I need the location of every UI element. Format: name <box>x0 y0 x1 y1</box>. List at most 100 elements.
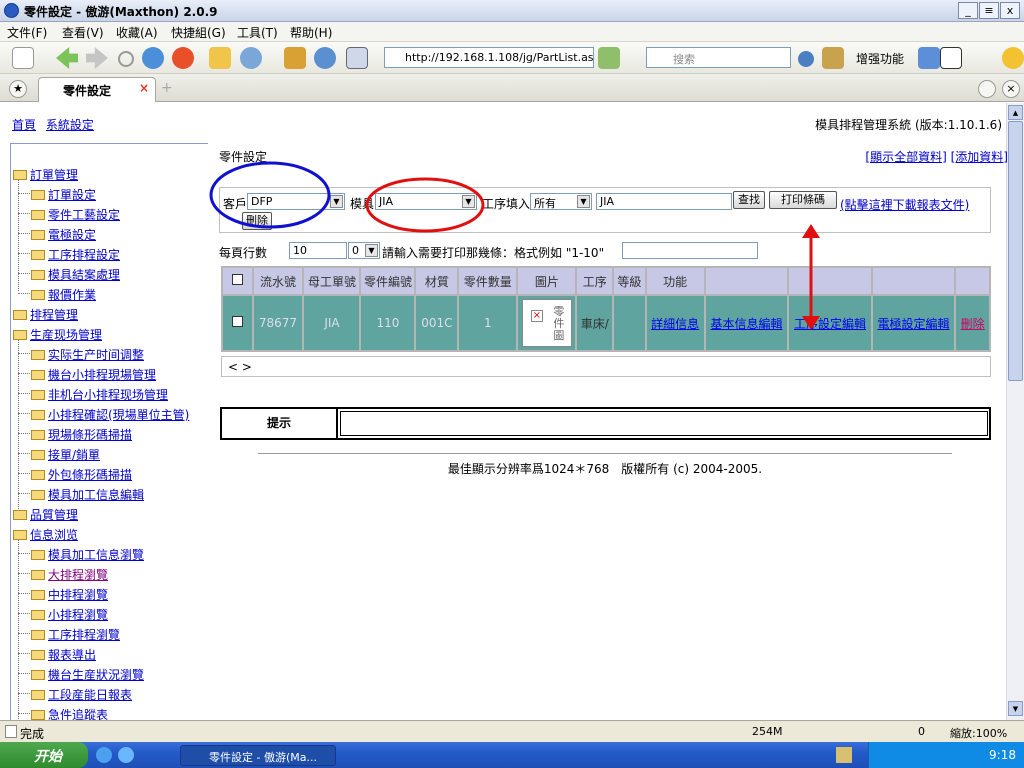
sidebar-item-label[interactable]: 報表導出 <box>48 648 96 662</box>
sidebar-item-label[interactable]: 小排程瀏覽 <box>48 608 108 622</box>
tab-close-icon[interactable]: × <box>139 81 149 95</box>
search-button[interactable]: 查找 <box>733 191 765 209</box>
sidebar-item-label[interactable]: 生産现场管理 <box>30 328 102 342</box>
sidebar-item-label[interactable]: 現場條形碼掃描 <box>48 428 132 442</box>
pager[interactable]: < > <box>221 356 991 377</box>
menu-file[interactable]: 文件(F) <box>7 24 47 41</box>
part-image[interactable]: × 零件圖 <box>521 299 572 347</box>
delete-row-link[interactable]: 刪除 <box>961 317 985 331</box>
keyword-input[interactable]: JIA <box>596 193 732 210</box>
start-button[interactable]: 开始 <box>0 742 88 768</box>
history-clock-icon[interactable] <box>314 47 336 69</box>
sidebar-item-label[interactable]: 模具結案處理 <box>48 268 120 282</box>
sidebar-item[interactable]: 中排程瀏覽 <box>18 586 108 603</box>
ie-icon[interactable] <box>96 747 112 763</box>
back-icon[interactable] <box>56 47 78 69</box>
sidebar-item-label[interactable]: 非机台小排程现场管理 <box>48 388 168 402</box>
sidebar-item-label[interactable]: 信息浏览 <box>30 528 78 542</box>
sidebar-item-label[interactable]: 接單/銷單 <box>48 448 100 462</box>
sidebar-item[interactable]: 外包條形碼掃描 <box>18 466 132 483</box>
sidebar-item[interactable]: 報價作業 <box>18 286 96 303</box>
add-data-link[interactable]: [添加資料] <box>951 150 1008 164</box>
menu-view[interactable]: 查看(V) <box>62 24 104 41</box>
sidebar-item-label[interactable]: 工序排程設定 <box>48 248 120 262</box>
enhance-label[interactable]: 增强功能 <box>856 50 904 67</box>
scroll-down-arrow-icon[interactable]: ▼ <box>1008 701 1023 716</box>
sidebar-item-label[interactable]: 模具加工信息編輯 <box>48 488 144 502</box>
refresh-icon[interactable] <box>142 47 164 69</box>
sidebar-item-label[interactable]: 機台小排程現場管理 <box>48 368 156 382</box>
new-tab-icon[interactable]: + <box>161 80 173 96</box>
sidebar-item-label[interactable]: 中排程瀏覽 <box>48 588 108 602</box>
maxthon-quicklaunch-icon[interactable] <box>118 747 134 763</box>
new-page-icon[interactable] <box>12 47 34 69</box>
dropdown-circle-icon[interactable] <box>118 51 134 67</box>
sidebar-item[interactable]: 模具加工信息編輯 <box>18 486 144 503</box>
plugin-icon[interactable] <box>918 47 940 69</box>
sidebar-item-label[interactable]: 外包條形碼掃描 <box>48 468 132 482</box>
sidebar-item-label[interactable]: 電極設定 <box>48 228 96 242</box>
sidebar-item-label[interactable]: 工序排程瀏覽 <box>48 628 120 642</box>
sidebar-item[interactable]: 模具結案處理 <box>18 266 120 283</box>
sidebar-item-label[interactable]: 大排程瀏覽 <box>48 568 108 582</box>
sidebar-item[interactable]: 機台生産狀況瀏覽 <box>18 666 144 683</box>
undo-icon[interactable] <box>240 47 262 69</box>
search-input[interactable]: 搜索 <box>646 47 791 68</box>
sidebar-item[interactable]: 接單/銷單 <box>18 446 100 463</box>
tab-parts-settings[interactable]: 零件設定 × <box>38 77 156 102</box>
download-report-link[interactable]: (點擊這裡下載報表文件) <box>840 196 969 213</box>
sidebar-item[interactable]: 工序排程瀏覽 <box>18 626 120 643</box>
print-barcode-button[interactable]: 打印條碼 <box>769 191 837 209</box>
window-icon[interactable] <box>940 47 962 69</box>
system-settings-link[interactable]: 系統設定 <box>46 118 94 132</box>
minimize-button[interactable]: _ <box>958 2 978 19</box>
tray-app-icon[interactable] <box>836 747 852 763</box>
sidebar-item[interactable]: 機台小排程現場管理 <box>18 366 156 383</box>
sidebar-item[interactable]: 訂單管理 <box>13 166 78 183</box>
sidebar-item[interactable]: 小排程瀏覽 <box>18 606 108 623</box>
sidebar-item-label[interactable]: 小排程確認(現場單位主管) <box>48 408 189 422</box>
sidebar-item[interactable]: 訂單設定 <box>18 186 96 203</box>
sidebar-item[interactable]: 信息浏览 <box>13 526 78 543</box>
blocked-count[interactable]: 0 <box>918 725 925 738</box>
sidebar-item[interactable]: 報表導出 <box>18 646 96 663</box>
sidebar-item[interactable]: 生産现场管理 <box>13 326 102 343</box>
sidebar-item[interactable]: 工段産能日報表 <box>18 686 132 703</box>
scroll-thumb[interactable] <box>1008 121 1023 381</box>
sidebar-item-label[interactable]: 訂單管理 <box>30 168 78 182</box>
sidebar-item[interactable]: 小排程確認(現場單位主管) <box>18 406 189 423</box>
address-bar[interactable]: http://192.168.1.108/jg/PartList.as <box>384 47 594 68</box>
menu-groups[interactable]: 快捷組(G) <box>171 24 226 41</box>
taskbar-item-maxthon[interactable]: 零件設定 - 傲游(Ma... <box>180 745 336 766</box>
highlight-icon[interactable] <box>822 47 844 69</box>
show-all-link[interactable]: [顯示全部資料] <box>865 150 946 164</box>
sidebar-item[interactable]: 品質管理 <box>13 506 78 523</box>
shield-icon[interactable] <box>1002 47 1024 69</box>
sidebar-item[interactable]: 模具加工信息瀏覽 <box>18 546 144 563</box>
print-range-input[interactable] <box>622 242 758 259</box>
sidebar-item-label[interactable]: 实际生产时间调整 <box>48 348 144 362</box>
sidebar-item[interactable]: 大排程瀏覽 <box>18 566 108 583</box>
sidebar-item[interactable]: 電極設定 <box>18 226 96 243</box>
memory-usage[interactable]: 254M <box>752 725 783 738</box>
sidebar-item-label[interactable]: 訂單設定 <box>48 188 96 202</box>
screen-icon[interactable] <box>346 47 368 69</box>
sidebar-item-label[interactable]: 零件工藝設定 <box>48 208 120 222</box>
sidebar-item[interactable]: 实际生产时间调整 <box>18 346 144 363</box>
scroll-up-arrow-icon[interactable]: ▲ <box>1008 105 1023 120</box>
sidebar-item[interactable]: 排程管理 <box>13 306 78 323</box>
close-window-button[interactable]: x <box>1000 2 1020 19</box>
menu-tools[interactable]: 工具(T) <box>237 24 278 41</box>
sidebar-item-label[interactable]: 模具加工信息瀏覽 <box>48 548 144 562</box>
zoom-level[interactable]: 縮放:100% <box>950 725 1007 741</box>
basic-info-edit-link[interactable]: 基本信息編輯 <box>710 317 782 331</box>
select-all-checkbox[interactable] <box>231 274 243 285</box>
electrode-setting-edit-link[interactable]: 電極設定編輯 <box>878 317 950 331</box>
detail-link[interactable]: 詳細信息 <box>651 317 699 331</box>
home-icon[interactable] <box>209 47 231 69</box>
vertical-scrollbar[interactable]: ▲ ▼ <box>1006 103 1024 720</box>
maximize-button[interactable]: ≡ <box>979 2 999 19</box>
home-link[interactable]: 首頁 <box>12 118 36 132</box>
sidebar-item[interactable]: 現場條形碼掃描 <box>18 426 132 443</box>
process-select[interactable]: 所有 ▼ <box>530 193 592 210</box>
